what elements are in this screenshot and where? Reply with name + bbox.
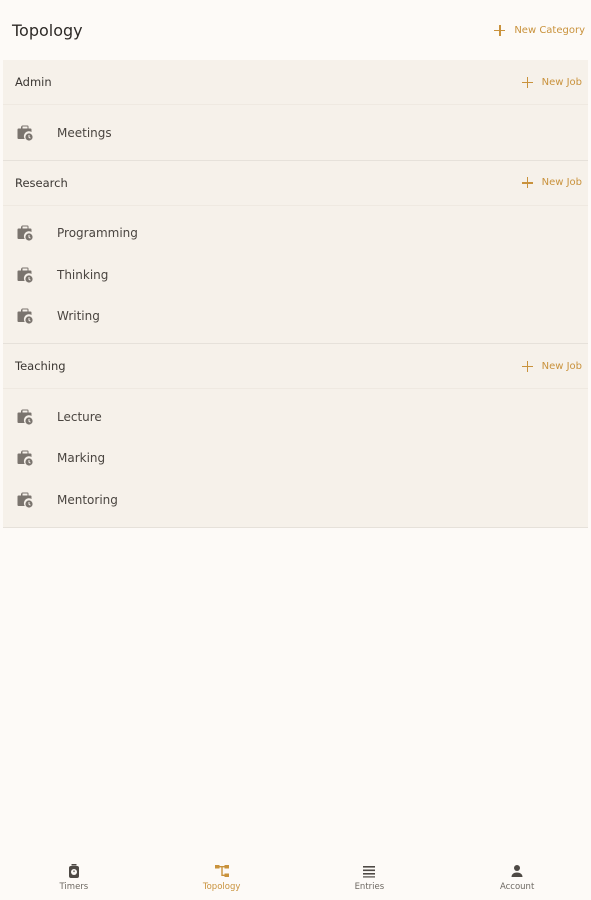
job-label: Marking [57,451,106,466]
new-category-button[interactable]: New Category [494,24,585,36]
top-bar: Topology New Category [0,0,591,60]
job-item[interactable]: Lecture [3,396,588,438]
list-icon [363,866,376,878]
nav-entries[interactable]: Entries [296,855,444,900]
category-teaching: Teaching New Job Lecture Marking Mentori… [3,344,588,528]
job-list: Programming Thinking Writing [3,206,588,344]
category-admin: Admin New Job Meetings [3,60,588,161]
new-job-button[interactable]: New Job [521,177,582,188]
timer-icon [68,864,79,878]
category-name: Admin [15,75,52,89]
new-job-label: New Job [541,76,582,88]
nav-account[interactable]: Account [443,855,591,900]
plus-icon [521,360,533,372]
plus-icon [521,76,533,88]
job-item[interactable]: Thinking [3,254,588,296]
job-label: Mentoring [57,492,118,507]
nav-topology[interactable]: Topology [148,855,296,900]
plus-icon [494,24,506,36]
job-list: Meetings [3,105,588,160]
work-history-icon [17,450,33,466]
topology-icon [214,865,229,877]
job-item[interactable]: Marking [3,438,588,480]
nav-label: Account [499,882,535,892]
bottom-navigation: Timers Topology Entries Account [0,855,591,900]
nav-label: Timers [59,882,89,892]
new-category-label: New Category [514,24,585,36]
page-title: Topology [12,20,83,40]
job-list: Lecture Marking Mentoring [3,389,588,527]
plus-icon [521,177,533,188]
job-label: Programming [57,226,138,241]
work-history-icon [17,492,33,508]
job-label: Meetings [57,125,112,140]
category-name: Teaching [15,359,66,373]
work-history-icon [17,409,33,425]
work-history-icon [17,308,33,324]
job-label: Writing [57,309,100,324]
new-job-label: New Job [541,177,582,188]
work-history-icon [17,225,33,241]
category-header: Research New Job [3,161,588,206]
job-item[interactable]: Meetings [3,112,588,154]
person-icon [511,865,523,877]
nav-label: Entries [354,882,385,892]
nav-timers[interactable]: Timers [0,855,148,900]
category-name: Research [15,175,68,190]
work-history-icon [17,125,33,141]
job-item[interactable]: Mentoring [3,479,588,521]
job-item[interactable]: Programming [3,213,588,255]
category-research: Research New Job Programming Thinking Wr… [3,160,588,344]
job-label: Lecture [57,409,102,424]
new-job-button[interactable]: New Job [521,360,582,372]
category-header: Teaching New Job [3,344,588,389]
category-header: Admin New Job [3,60,588,105]
new-job-label: New Job [541,360,582,372]
nav-label: Topology [202,882,241,892]
job-label: Thinking [57,267,109,282]
new-job-button[interactable]: New Job [521,76,582,88]
work-history-icon [17,267,33,283]
job-item[interactable]: Writing [3,296,588,338]
